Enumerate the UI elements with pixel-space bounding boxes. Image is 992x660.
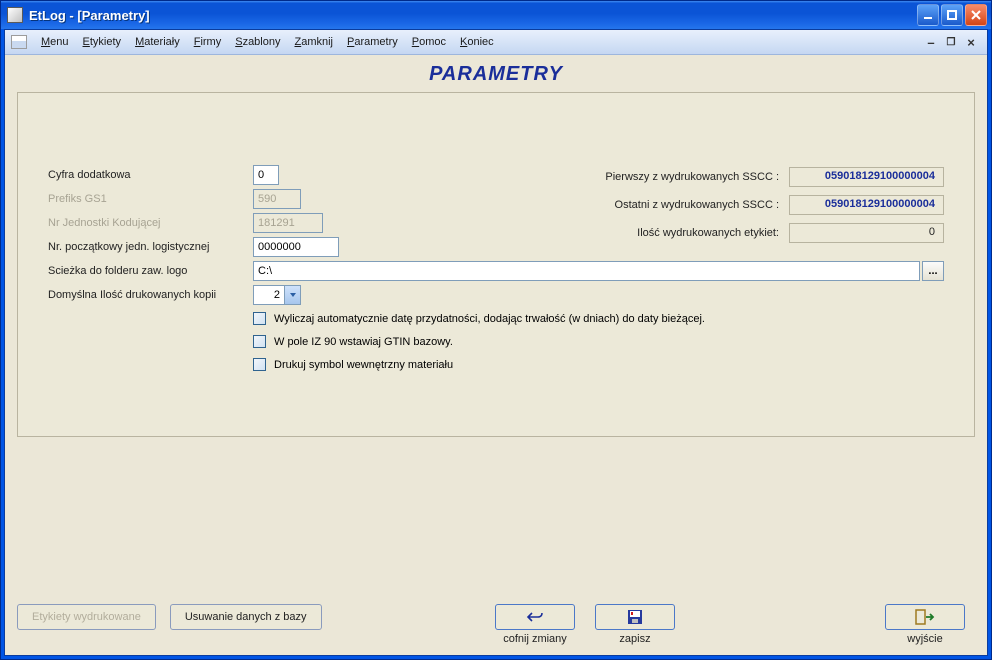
titlebar: EtLog - [Parametry] [1,1,991,29]
count-label: Ilość wydrukowanych etykiet: [637,227,779,239]
kopie-spinner[interactable]: 2 [253,285,301,305]
poczatkowy-input[interactable] [253,237,339,257]
client-area: Menu Etykiety Materiały Firmy Szablony Z… [4,29,988,656]
usuwanie-button[interactable]: Usuwanie danych z bazy [170,604,322,630]
sciezka-label: Scieżka do folderu zaw. logo [48,265,253,277]
last-sscc-label: Ostatni z wydrukowanych SSCC : [615,199,779,211]
prefiks-label: Prefiks GS1 [48,193,253,205]
menu-koniec[interactable]: Koniec [454,33,500,51]
menubar: Menu Etykiety Materiały Firmy Szablony Z… [5,30,987,55]
menu-pomoc[interactable]: Pomoc [406,33,452,51]
close-button[interactable] [965,4,987,26]
mdi-close-button[interactable]: × [963,35,979,49]
cyfra-label: Cyfra dodatkowa [48,169,253,181]
check-iz90[interactable] [253,335,266,348]
kopie-label: Domyślna Ilość drukowanych kopii [48,289,253,301]
undo-caption: cofnij zmiany [503,633,567,645]
prefiks-input [253,189,301,209]
mdi-system-icon[interactable] [11,35,27,49]
last-sscc-value: 059018129100000004 [789,195,944,215]
cyfra-input[interactable] [253,165,279,185]
menu-materialy[interactable]: Materiały [129,33,186,51]
menu-parametry[interactable]: Parametry [341,33,404,51]
save-button[interactable] [595,604,675,630]
window-title: EtLog - [Parametry] [29,8,917,23]
kopie-value: 2 [254,289,284,301]
check-iz90-label: W pole IZ 90 wstawiaj GTIN bazowy. [274,336,453,348]
check-symbol-row: Drukuj symbol wewnętrzny materiału [253,358,944,371]
print-stats: Pierwszy z wydrukowanych SSCC : 05901812… [534,163,944,247]
count-value: 0 [789,223,944,243]
undo-button[interactable] [495,604,575,630]
chevron-down-icon[interactable] [284,286,300,304]
menu-szablony[interactable]: Szablony [229,33,286,51]
page-title: PARAMETRY [17,63,975,86]
menu-items: Menu Etykiety Materiały Firmy Szablony Z… [35,33,923,51]
exit-caption: wyjście [907,633,942,645]
parameters-panel: Pierwszy z wydrukowanych SSCC : 05901812… [17,92,975,437]
bottom-toolbar: Etykiety wydrukowane Usuwanie danych z b… [17,474,975,645]
jednostka-label: Nr Jednostki Kodującej [48,217,253,229]
mdi-restore-button[interactable]: ❐ [943,35,959,49]
browse-button[interactable]: ... [922,261,944,281]
poczatkowy-label: Nr. początkowy jedn. logistycznej [48,241,253,253]
exit-icon [915,609,935,625]
first-sscc-value: 059018129100000004 [789,167,944,187]
jednostka-input [253,213,323,233]
maximize-button[interactable] [941,4,963,26]
menu-menu[interactable]: Menu [35,33,75,51]
exit-button[interactable] [885,604,965,630]
minimize-button[interactable] [917,4,939,26]
save-icon [627,609,643,625]
app-icon [7,7,23,23]
sciezka-input[interactable] [253,261,920,281]
check-auto-date[interactable] [253,312,266,325]
undo-icon [526,610,544,624]
check-iz90-row: W pole IZ 90 wstawiaj GTIN bazowy. [253,335,944,348]
save-caption: zapisz [619,633,650,645]
check-symbol-label: Drukuj symbol wewnętrzny materiału [274,359,453,371]
check-auto-date-label: Wyliczaj automatycznie datę przydatności… [274,313,705,325]
menu-firmy[interactable]: Firmy [188,33,228,51]
first-sscc-label: Pierwszy z wydrukowanych SSCC : [605,171,779,183]
menu-etykiety[interactable]: Etykiety [77,33,128,51]
menu-zamknij[interactable]: Zamknij [288,33,339,51]
etykiety-button: Etykiety wydrukowane [17,604,156,630]
content: PARAMETRY Pierwszy z wydrukowanych SSCC … [5,55,987,655]
check-auto-date-row: Wyliczaj automatycznie datę przydatności… [253,312,944,325]
application-window: EtLog - [Parametry] Menu Etykiety Materi… [0,0,992,660]
mdi-minimize-button[interactable]: – [923,35,939,49]
check-symbol[interactable] [253,358,266,371]
